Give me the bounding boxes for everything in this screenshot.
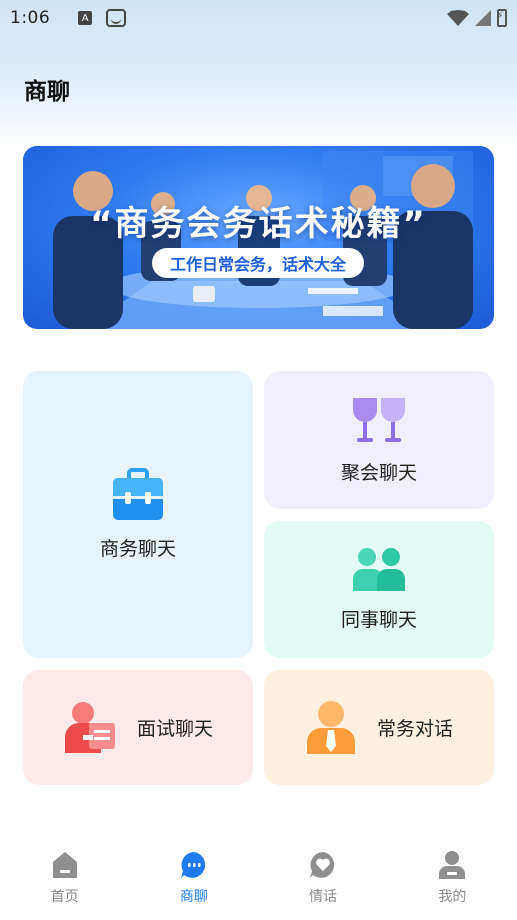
wifi-icon xyxy=(447,10,469,26)
wine-glasses-icon xyxy=(353,397,405,442)
keyboard-notification-icon: A xyxy=(78,11,93,25)
tab-chat-label: 商聊 xyxy=(179,889,208,905)
page-title: 商聊 xyxy=(24,79,70,105)
user-icon xyxy=(439,851,466,879)
status-icons xyxy=(447,9,507,27)
tab-home-label: 首页 xyxy=(50,889,79,905)
party-chat-card[interactable]: 聚会聊天 xyxy=(264,371,494,509)
tab-mine[interactable]: 我的 xyxy=(388,842,517,920)
heart-bubble-icon xyxy=(310,852,335,878)
interview-chat-label: 面试聊天 xyxy=(136,718,213,740)
tab-love-words[interactable]: 情话 xyxy=(259,842,388,920)
banner-title: “商务会务话术秘籍” xyxy=(90,204,427,244)
chat-bubble-icon xyxy=(180,852,206,878)
briefcase-icon xyxy=(113,468,163,520)
tab-home[interactable]: 首页 xyxy=(0,842,129,920)
signal-icon xyxy=(475,10,491,26)
promo-banner[interactable]: “商务会务话术秘籍” 工作日常会务，话术大全 xyxy=(23,146,494,329)
business-chat-label: 商务聊天 xyxy=(99,538,176,560)
tab-love-words-label: 情话 xyxy=(309,889,338,905)
business-chat-card[interactable]: 商务聊天 xyxy=(23,371,253,658)
status-bar: 1:06 A xyxy=(0,0,517,36)
interview-chat-card[interactable]: 面试聊天 xyxy=(23,670,253,785)
status-time: 1:06 xyxy=(10,8,51,28)
app-notification-icon xyxy=(106,9,127,27)
battery-icon xyxy=(496,9,507,27)
two-people-icon xyxy=(353,548,405,591)
person-tie-icon xyxy=(306,700,355,754)
routine-dialogue-label: 常务对话 xyxy=(376,718,453,740)
interview-person-icon xyxy=(64,701,115,753)
colleague-chat-card[interactable]: 同事聊天 xyxy=(264,521,494,658)
party-chat-label: 聚会聊天 xyxy=(340,461,417,484)
bottom-tab-bar: 首页 商聊 情话 我的 xyxy=(0,842,517,920)
routine-dialogue-card[interactable]: 常务对话 xyxy=(264,670,494,785)
tab-mine-label: 我的 xyxy=(438,889,467,905)
colleague-chat-label: 同事聊天 xyxy=(340,609,417,631)
banner-subtitle: 工作日常会务，话术大全 xyxy=(152,248,364,278)
tab-chat[interactable]: 商聊 xyxy=(129,842,258,920)
home-icon xyxy=(52,852,77,878)
